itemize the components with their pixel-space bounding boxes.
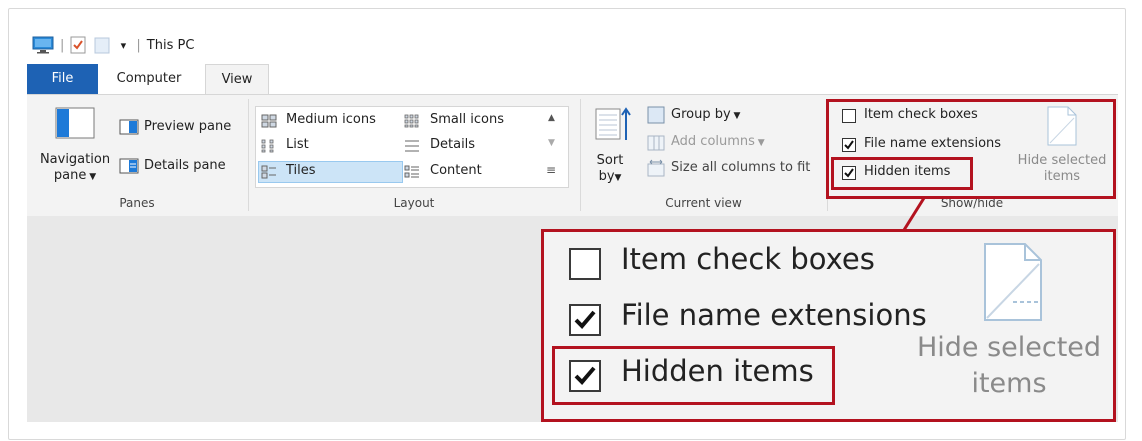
- medium-icons-icon: [261, 113, 277, 128]
- add-columns-button[interactable]: Add columns ▼: [671, 134, 765, 149]
- gallery-expand-icon[interactable]: ≡: [546, 163, 556, 177]
- layout-tiles[interactable]: Tiles: [286, 163, 316, 178]
- zoom-hide-selected-icon: [983, 242, 1043, 322]
- current-view-group-label: Current view: [665, 196, 742, 210]
- zoom-file-name-extensions-label: File name extensions: [621, 298, 927, 332]
- sort-by-button[interactable]: Sort by▼: [595, 153, 625, 186]
- window-title: This PC: [146, 37, 195, 53]
- group-by-label: Group by: [671, 107, 731, 122]
- tiles-icon: [261, 164, 277, 179]
- customize-qat-icon[interactable]: ▾: [116, 39, 130, 52]
- zoom-callout: Item check boxes File name extensions Hi…: [541, 229, 1116, 422]
- zoom-hide-selected-label: Hide selected items: [904, 330, 1114, 402]
- navigation-pane-icon: [55, 107, 95, 139]
- details-pane-button[interactable]: Details pane: [144, 158, 226, 173]
- layout-medium-icons[interactable]: Medium icons: [286, 112, 376, 127]
- list-icon: [261, 138, 277, 153]
- chevron-down-icon: ▼: [730, 111, 741, 121]
- group-by-button[interactable]: Group by ▼: [671, 107, 740, 122]
- sort-icon: [595, 106, 631, 146]
- layout-gallery: Medium icons Small icons List Details Ti…: [255, 106, 569, 188]
- navigation-pane-label: Navigation: [39, 152, 111, 167]
- content-icon: [404, 164, 420, 178]
- sort-by-label2: by: [598, 169, 615, 184]
- qat-separator: |: [60, 37, 65, 53]
- group-by-icon: [647, 106, 665, 124]
- chevron-down-icon: ▼: [754, 138, 765, 148]
- callout-connector: [902, 197, 926, 231]
- tab-computer[interactable]: Computer: [105, 64, 193, 94]
- layout-details[interactable]: Details: [430, 137, 475, 152]
- group-divider: [248, 99, 249, 211]
- size-all-columns-button[interactable]: Size all columns to fit: [671, 160, 810, 175]
- preview-pane-icon: [119, 119, 139, 135]
- group-divider: [580, 99, 581, 211]
- tiles-selection-highlight: [258, 161, 403, 183]
- tab-file[interactable]: File: [27, 64, 98, 94]
- add-columns-label: Add columns: [671, 134, 755, 149]
- layout-list[interactable]: List: [286, 137, 309, 152]
- zoom-hide-selected-line1: Hide selected: [916, 332, 1102, 363]
- small-icons-icon: [404, 113, 420, 128]
- chevron-down-icon: ▼: [614, 173, 622, 183]
- zoom-item-check-boxes-label: Item check boxes: [621, 242, 875, 276]
- hidden-items-highlight: [831, 157, 973, 190]
- zoom-item-check-boxes-checkbox: [569, 248, 601, 280]
- computer-icon[interactable]: [32, 36, 54, 54]
- layout-group-label: Layout: [393, 196, 435, 210]
- zoom-hidden-items-checkbox: [569, 360, 601, 392]
- sort-by-label: Sort: [596, 153, 624, 168]
- panes-group-label: Panes: [119, 196, 155, 210]
- navigation-pane-button[interactable]: Navigation pane ▼: [36, 152, 114, 185]
- navigation-pane-label2: pane: [53, 168, 87, 183]
- gallery-scroll-up-icon[interactable]: ▲: [548, 113, 555, 123]
- quick-access-toolbar: | ▾ | This PC: [32, 34, 194, 56]
- zoom-hide-selected-line2: items: [971, 368, 1047, 399]
- tab-view[interactable]: View: [205, 64, 269, 96]
- properties-icon[interactable]: [70, 36, 86, 54]
- gallery-scroll-down-icon[interactable]: ▼: [548, 138, 555, 148]
- zoom-hidden-items-label: Hidden items: [621, 354, 814, 388]
- title-separator: |: [136, 37, 141, 53]
- layout-small-icons[interactable]: Small icons: [430, 112, 504, 127]
- add-columns-icon: [647, 133, 665, 151]
- preview-pane-button[interactable]: Preview pane: [144, 119, 231, 134]
- layout-content[interactable]: Content: [430, 163, 482, 178]
- zoom-file-name-extensions-checkbox: [569, 304, 601, 336]
- details-icon: [404, 138, 420, 152]
- chevron-down-icon: ▼: [86, 172, 97, 182]
- new-folder-icon[interactable]: [94, 36, 110, 54]
- size-columns-icon: [647, 159, 665, 177]
- details-pane-icon: [119, 158, 139, 174]
